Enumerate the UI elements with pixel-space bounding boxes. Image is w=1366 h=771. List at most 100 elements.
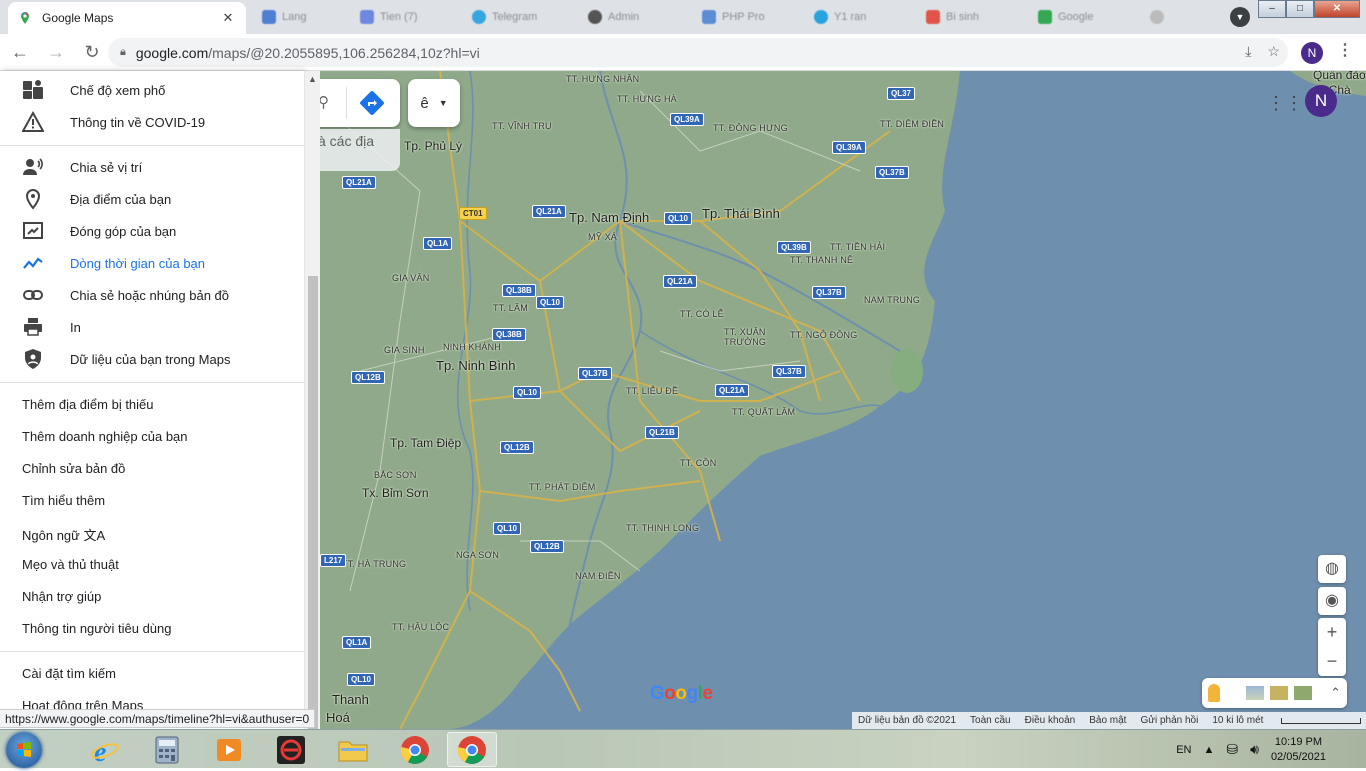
new-tab-button-faded[interactable] (1150, 8, 1164, 26)
window-controls: – □ ✕ (1258, 0, 1360, 18)
map-data-credit: Dữ liệu bản đồ ©2021 (858, 715, 957, 726)
close-window-button[interactable]: ✕ (1314, 0, 1360, 18)
lock-icon[interactable]: 🔒︎ (120, 46, 126, 59)
menu-item-covid-info[interactable]: Thông tin về COVID-19 (0, 106, 304, 138)
start-button[interactable] (6, 732, 42, 768)
map-place-label: TT. NGÔ ĐỒNG (790, 330, 858, 340)
map-place-label: Tp. Tam Điệp (390, 436, 462, 450)
highway-shield: QL39A (670, 113, 704, 126)
background-tab[interactable]: Admin (588, 8, 639, 26)
zoom-out-button[interactable]: − (1318, 647, 1346, 676)
menu-item-add-business[interactable]: Thêm doanh nghiệp của bạn (22, 429, 188, 444)
map-place-label: Tp. Thái Bình (702, 206, 780, 221)
menu-item-add-missing-place[interactable]: Thêm địa điểm bị thiếu (22, 397, 154, 412)
background-tab-label: Y1 ran (834, 11, 867, 23)
background-tab-label: Bi sinh (946, 11, 980, 23)
tab-google-maps[interactable]: Google Maps ✕ (8, 2, 246, 34)
calculator-taskbar-icon[interactable] (142, 732, 192, 767)
menu-item-timeline[interactable]: Dòng thời gian của bạn (0, 247, 304, 279)
tab-search-icon[interactable]: ▼ (1230, 7, 1250, 27)
back-arrow-icon[interactable]: ← (4, 36, 36, 68)
zoom-in-button[interactable]: + (1318, 618, 1346, 647)
maximize-button[interactable]: □ (1286, 0, 1314, 18)
highway-shield: QL1A (423, 237, 453, 250)
terms-link[interactable]: Điều khoản (1025, 715, 1076, 726)
input-tools-button[interactable]: ê ▼ (408, 79, 460, 127)
file-explorer-taskbar-icon[interactable] (328, 732, 378, 767)
chrome-taskbar-icon-active[interactable] (447, 732, 497, 767)
network-icon[interactable]: ⛁ (1226, 741, 1238, 758)
directions-icon[interactable] (358, 89, 386, 117)
browser-menu-icon[interactable]: ⋮ (1337, 40, 1353, 60)
map-place-label: GIA VÂN (392, 273, 430, 283)
forward-arrow-icon[interactable]: → (40, 36, 72, 68)
menu-item-share-embed[interactable]: Chia sẻ hoặc nhúng bản đồ (0, 279, 304, 311)
menu-item-search-settings[interactable]: Cài đặt tìm kiếm (22, 666, 116, 681)
privacy-link[interactable]: Bảo mật (1089, 715, 1126, 726)
background-tab[interactable]: Lang (262, 8, 306, 26)
highway-shield: QL10 (347, 673, 376, 686)
menu-item-street-view[interactable]: Chế độ xem phố (0, 74, 304, 106)
street-view-icon (23, 80, 43, 99)
expand-up-icon[interactable]: ⌃ (1330, 685, 1341, 701)
windows-taskbar: e EN ▲ ⛁ 🔊︎ 10:19 PM 02/05/2021 (0, 729, 1366, 768)
reload-icon[interactable]: ↻ (76, 36, 108, 68)
menu-item-language[interactable]: Ngôn ngữ 文A (22, 525, 105, 544)
garena-taskbar-icon[interactable] (266, 732, 316, 767)
install-app-icon[interactable]: ⤓ (1245, 43, 1251, 60)
imagery-thumbnail[interactable] (1270, 686, 1288, 700)
menu-item-help[interactable]: Nhận trợ giúp (22, 589, 101, 604)
chevron-down-icon[interactable]: ▼ (439, 98, 448, 108)
menu-item-print[interactable]: In (0, 311, 304, 343)
show-hidden-icons-icon[interactable]: ▲ (1203, 744, 1214, 756)
background-tab[interactable]: PHP Pro (702, 8, 765, 26)
scale-label[interactable]: 10 ki lô mét (1212, 715, 1263, 726)
clock-time: 10:19 PM (1274, 735, 1323, 748)
menu-scrollbar[interactable]: ▲ (304, 71, 320, 729)
menu-item-share-location[interactable]: Chia sẻ vị trí (0, 151, 304, 183)
system-tray: EN ▲ ⛁ 🔊︎ 10:19 PM 02/05/2021 (1176, 730, 1366, 769)
scrollbar-thumb[interactable] (308, 276, 318, 729)
menu-item-contributions[interactable]: Đóng góp của bạn (0, 215, 304, 247)
scroll-up-icon[interactable]: ▲ (308, 74, 317, 84)
language-indicator[interactable]: EN (1176, 744, 1191, 756)
input-tools-letter: ê (420, 94, 429, 112)
imagery-thumbnail[interactable] (1294, 686, 1312, 700)
clock[interactable]: 10:19 PM 02/05/2021 (1271, 735, 1326, 765)
menu-item-consumer-info[interactable]: Thông tin người tiêu dùng (22, 621, 172, 636)
my-location-icon[interactable]: ◉ (1318, 587, 1346, 615)
background-tab[interactable]: Y1 ran (814, 8, 866, 26)
highway-shield: QL21A (663, 275, 697, 288)
folder-icon (338, 741, 368, 761)
global-link[interactable]: Toàn cầu (970, 715, 1011, 726)
imagery-thumbnail[interactable] (1246, 686, 1264, 700)
profile-avatar[interactable]: N (1301, 42, 1323, 64)
search-suggestion[interactable]: à các địa (312, 129, 400, 171)
address-bar[interactable]: 🔒︎ google.com/maps/@20.2055895,106.25628… (108, 38, 1288, 67)
background-tab[interactable]: Tien (7) (360, 8, 418, 26)
menu-divider (0, 651, 304, 652)
menu-item-learn-more[interactable]: Tìm hiểu thêm (22, 493, 105, 508)
map-place-label: TT. CÓ LỄ (680, 309, 724, 319)
internet-explorer-taskbar-icon[interactable]: e (80, 732, 130, 767)
chrome-taskbar-icon[interactable] (390, 732, 440, 767)
volume-icon[interactable]: 🔊︎ (1250, 741, 1259, 758)
background-tab[interactable]: Bi sinh (926, 8, 979, 26)
globe-view-icon[interactable]: ◍ (1318, 555, 1346, 583)
account-avatar[interactable]: N (1305, 85, 1337, 117)
menu-item-your-places[interactable]: Địa điểm của bạn (0, 183, 304, 215)
map-place-label: Tp. Phủ Lý (404, 139, 463, 153)
background-tab[interactable]: Google (1038, 8, 1093, 26)
menu-divider (0, 382, 304, 383)
close-tab-icon[interactable]: ✕ (220, 10, 236, 26)
search-box[interactable]: ⚲ (312, 79, 400, 127)
menu-item-tips[interactable]: Mẹo và thủ thuật (22, 557, 119, 572)
bookmark-star-icon[interactable]: ☆ (1267, 43, 1280, 60)
pegman-icon[interactable] (1208, 684, 1220, 702)
minimize-button[interactable]: – (1258, 0, 1286, 18)
menu-item-your-data[interactable]: Dữ liệu của bạn trong Maps (0, 343, 304, 375)
background-tab[interactable]: Telegram (472, 8, 537, 26)
send-feedback-link[interactable]: Gửi phản hồi (1140, 715, 1198, 726)
media-player-taskbar-icon[interactable] (204, 732, 254, 767)
menu-item-edit-map[interactable]: Chỉnh sửa bản đồ (22, 461, 125, 476)
